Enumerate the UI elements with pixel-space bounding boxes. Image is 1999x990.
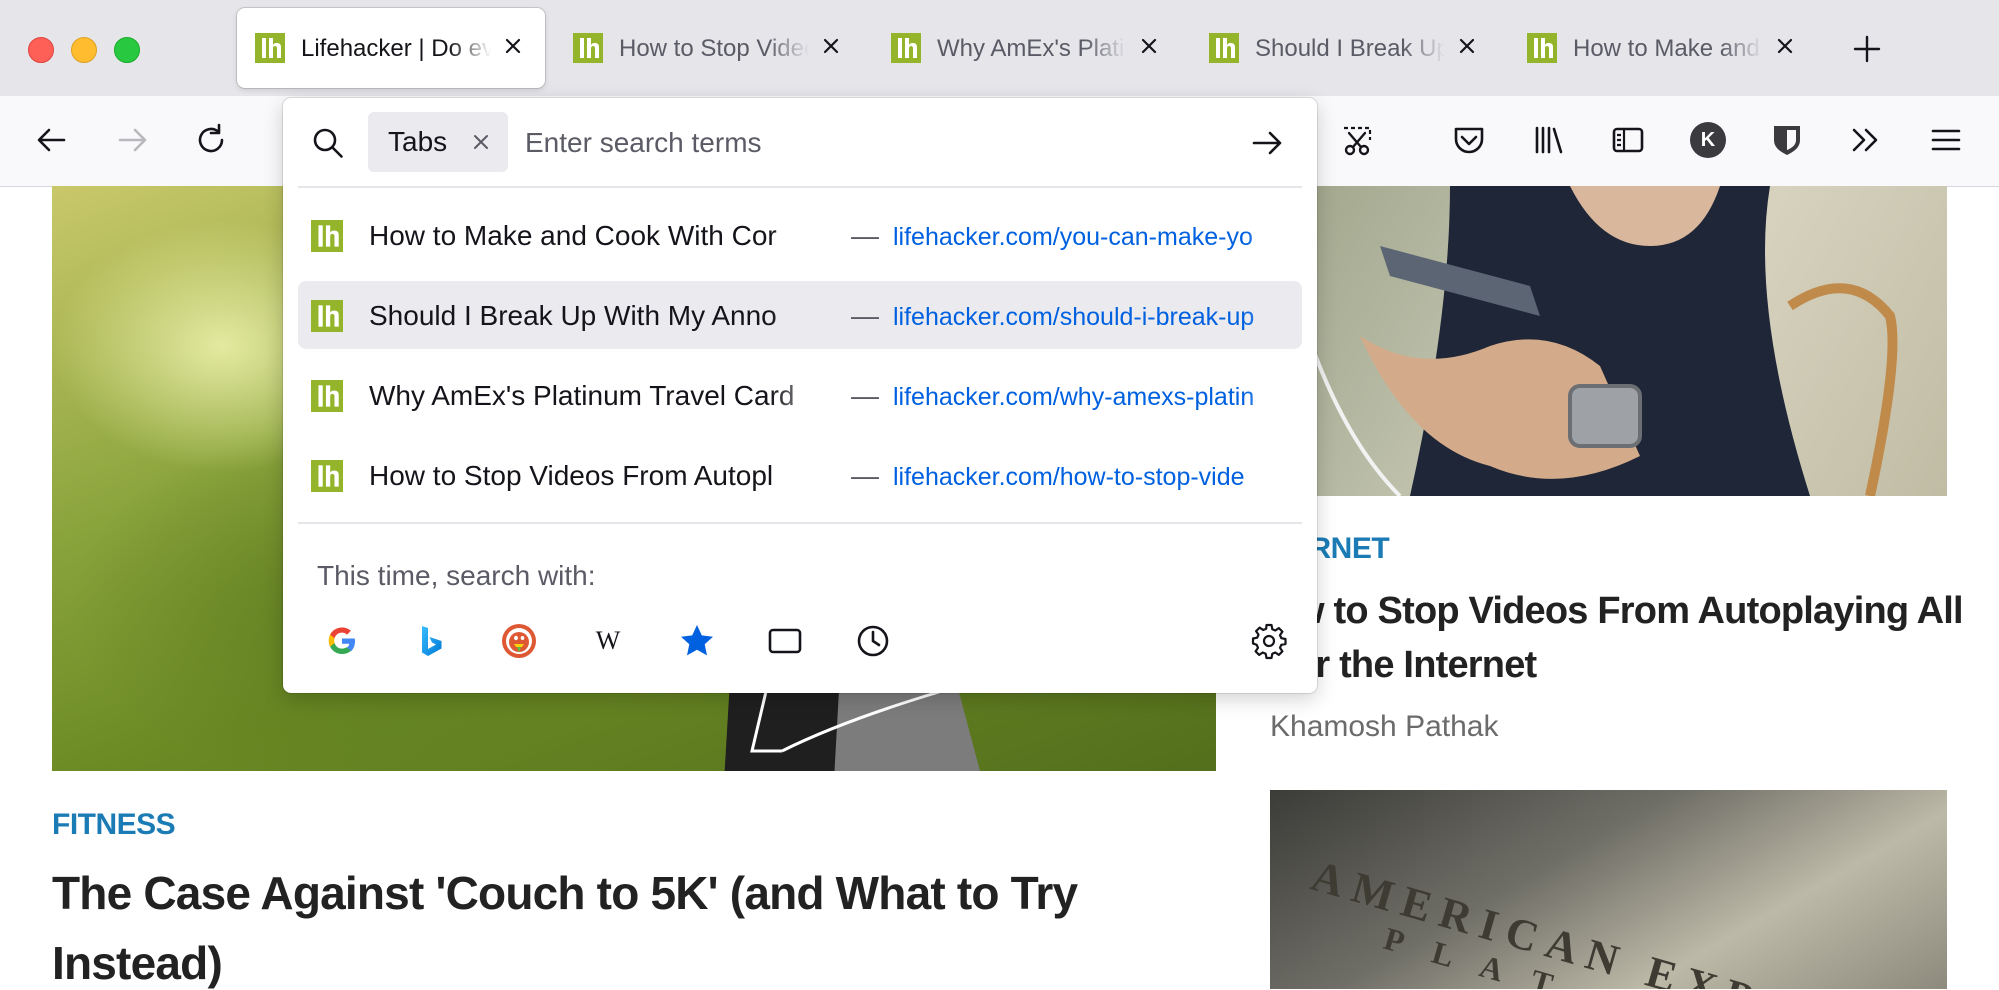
google-icon[interactable] (322, 621, 362, 661)
overflow-icon[interactable] (1845, 120, 1885, 160)
search-icon (313, 128, 343, 158)
svg-text:W: W (596, 626, 621, 655)
address-bar-dropdown: Tabs How to Make and Cook With Cor — lif… (283, 98, 1317, 693)
result-title: How to Make and Cook With Cor (369, 220, 777, 251)
sidebar-icon[interactable] (1608, 120, 1648, 160)
window-close-button[interactable] (28, 37, 54, 63)
window-minimize-button[interactable] (71, 37, 97, 63)
lifehacker-favicon-icon (891, 33, 921, 63)
result-separator-dash: — (851, 220, 879, 251)
lifehacker-favicon-icon (311, 300, 343, 332)
lifehacker-favicon-icon (573, 33, 603, 63)
history-clock-icon[interactable] (853, 621, 893, 661)
tab-make-and-cook[interactable]: How to Make and Cook (1509, 8, 1817, 88)
result-separator-dash: — (851, 460, 879, 491)
lifehacker-favicon-icon (311, 380, 343, 412)
forward-icon[interactable] (112, 120, 152, 160)
go-arrow-icon[interactable] (1249, 124, 1287, 162)
library-icon[interactable] (1529, 120, 1569, 160)
lifehacker-favicon-icon (255, 33, 285, 63)
duckduckgo-icon[interactable] (499, 621, 539, 661)
search-with-label: This time, search with: (317, 560, 596, 591)
tab-amex-platinum[interactable]: Why AmEx's Platinum (873, 8, 1181, 88)
account-avatar-icon[interactable]: K (1690, 122, 1726, 158)
tab-title: How to Stop Videos (619, 35, 809, 62)
chip-close-icon[interactable] (468, 129, 494, 155)
result-title: Why AmEx's Platinum Travel Card (369, 380, 795, 411)
result-separator-dash: — (851, 300, 879, 331)
bing-icon[interactable] (411, 621, 451, 661)
search-result-item[interactable]: Should I Break Up With My Anno — lifehac… (298, 281, 1302, 349)
result-separator-dash: — (851, 380, 879, 411)
lifehacker-favicon-icon (1527, 33, 1557, 63)
lifehacker-favicon-icon (311, 220, 343, 252)
search-input[interactable] (523, 112, 1127, 174)
left-article-headline-line2[interactable]: Instead) (52, 936, 223, 990)
right-article-headline-line1[interactable]: w to Stop Videos From Autoplaying All (1295, 590, 1964, 633)
new-tab-plus-icon[interactable] (1850, 32, 1884, 66)
lifehacker-favicon-icon (1209, 33, 1239, 63)
bitwarden-icon[interactable] (1767, 120, 1807, 160)
tab-close-icon[interactable] (817, 32, 845, 60)
tab-strip: Lifehacker | Do everything better How to… (0, 0, 1999, 96)
tab-stop-videos[interactable]: How to Stop Videos (555, 8, 863, 88)
left-article-category[interactable]: FITNESS (52, 808, 176, 842)
search-mode-chip[interactable]: Tabs (368, 112, 508, 172)
window-zoom-button[interactable] (114, 37, 140, 63)
tab-title: Lifehacker | Do everything better (301, 35, 491, 62)
right-article-author[interactable]: Khamosh Pathak (1270, 710, 1498, 744)
result-url: lifehacker.com/why-amexs-platin (893, 383, 1255, 411)
tab-close-icon[interactable] (499, 32, 527, 60)
back-icon[interactable] (32, 120, 72, 160)
reload-icon[interactable] (191, 120, 231, 160)
left-article-headline-line1[interactable]: The Case Against 'Couch to 5K' (and What… (52, 866, 1078, 920)
right-article-headline-line2[interactable]: er the Internet (1295, 644, 1537, 687)
result-title: Should I Break Up With My Anno (369, 300, 777, 331)
screenshot-icon[interactable] (1338, 120, 1378, 160)
phone-article-image[interactable] (1270, 186, 1947, 496)
tab-close-icon[interactable] (1453, 32, 1481, 60)
tab-lifehacker-home[interactable]: Lifehacker | Do everything better (237, 8, 545, 88)
result-url: lifehacker.com/how-to-stop-vide (893, 463, 1245, 491)
tab-title: Why AmEx's Platinum (937, 35, 1127, 62)
tab-close-icon[interactable] (1771, 32, 1799, 60)
search-mode-label: Tabs (388, 126, 448, 157)
tabs-icon[interactable] (765, 621, 805, 661)
person-with-phone-illustration (1288, 186, 1898, 496)
separator (298, 522, 1302, 524)
result-url: lifehacker.com/you-can-make-yo (893, 223, 1253, 251)
tab-title: How to Make and Cook (1573, 35, 1763, 62)
result-url: lifehacker.com/should-i-break-up (893, 303, 1255, 331)
result-title: How to Stop Videos From Autopl (369, 460, 774, 491)
menu-icon[interactable] (1926, 120, 1966, 160)
tab-title: Should I Break Up (1255, 35, 1445, 62)
pocket-icon[interactable] (1449, 120, 1489, 160)
search-result-item[interactable]: How to Stop Videos From Autopl — lifehac… (298, 441, 1302, 509)
amex-card-image[interactable]: AMERICAN EXP P L A T (1270, 790, 1947, 989)
bookmarks-star-icon[interactable] (677, 621, 717, 661)
wikipedia-icon[interactable]: W (588, 621, 628, 661)
separator (298, 186, 1302, 188)
tab-close-icon[interactable] (1135, 32, 1163, 60)
search-result-item[interactable]: How to Make and Cook With Cor — lifehack… (298, 201, 1302, 269)
lifehacker-favicon-icon (311, 460, 343, 492)
search-settings-gear-icon[interactable] (1249, 621, 1289, 661)
tab-break-up[interactable]: Should I Break Up (1191, 8, 1499, 88)
search-result-item[interactable]: Why AmEx's Platinum Travel Card — lifeha… (298, 361, 1302, 429)
